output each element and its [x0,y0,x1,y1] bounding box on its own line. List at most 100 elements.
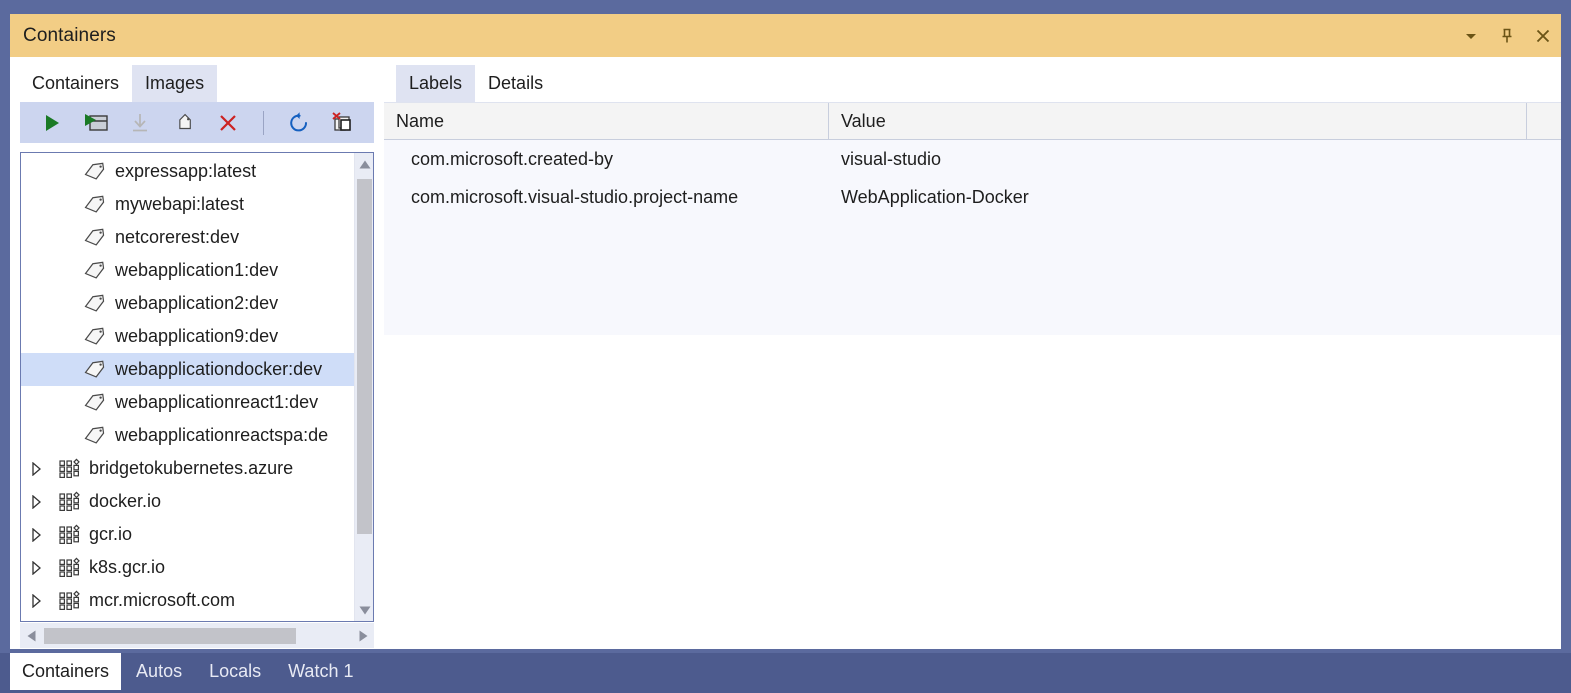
images-tree: expressapp:latest mywebapi:latest netcorer… [20,152,374,622]
bottom-dock-tabstrip: Containers Autos Locals Watch 1 [0,653,1571,693]
chevron-down-icon[interactable] [1453,18,1489,54]
tree-item-docker-io[interactable]: docker.io [21,485,354,518]
dock-tab-label: Watch 1 [288,661,353,682]
tree-item-mcr-microsoft-com[interactable]: mcr.microsoft.com [21,584,354,617]
prune-images-icon[interactable] [328,108,358,138]
tree-item-webapplication2-dev[interactable]: webapplication2:dev [21,287,354,320]
tree-item-label: docker.io [87,491,161,512]
toolbar-separator [263,111,264,135]
tag-icon [77,358,113,382]
tag-icon[interactable] [169,108,199,138]
labels-table: Name Value com.microsoft.created-byvisua… [384,102,1561,649]
tree-item-label: webapplication2:dev [113,293,278,314]
tag-icon [77,226,113,250]
tab-details[interactable]: Details [475,65,556,102]
window-body: Containers Images [10,57,1561,649]
expand-chevron-icon[interactable] [21,528,51,542]
dock-tab-autos[interactable]: Autos [124,653,194,690]
pane-splitter[interactable] [374,57,384,649]
tab-images[interactable]: Images [132,65,217,102]
tag-icon [77,325,113,349]
tree-item-label: mcr.microsoft.com [87,590,235,611]
window-titlebar: Containers [10,14,1561,57]
tag-icon [77,193,113,217]
scroll-up-icon[interactable] [355,153,374,175]
tree-item-k8s-gcr-io[interactable]: k8s.gcr.io [21,551,354,584]
remove-icon[interactable] [213,108,243,138]
tree-item-label: expressapp:latest [113,161,256,182]
images-tree-list[interactable]: expressapp:latest mywebapi:latest netcorer… [21,153,354,621]
column-header-name[interactable]: Name [384,103,829,139]
registry-icon [51,523,87,547]
tag-icon [77,424,113,448]
tree-item-bridgetokubernetes-azure[interactable]: bridgetokubernetes.azure [21,452,354,485]
tree-item-webapplicationreactspa-de[interactable]: webapplicationreactspa:de [21,419,354,452]
tree-vertical-scrollbar[interactable] [354,153,373,621]
tree-item-webapplicationdocker-dev[interactable]: webapplicationdocker:dev [21,353,354,386]
tree-item-expressapp-latest[interactable]: expressapp:latest [21,155,354,188]
tree-item-label: webapplication1:dev [113,260,278,281]
tab-labels-label: Labels [409,73,462,94]
table-body: com.microsoft.created-byvisual-studiocom… [384,140,1561,335]
pin-icon[interactable] [1489,18,1525,54]
tag-icon [77,391,113,415]
tree-horizontal-scrollbar[interactable] [20,623,374,648]
registry-icon [51,556,87,580]
expand-chevron-icon[interactable] [21,561,51,575]
tree-scrollbar-thumb[interactable] [357,179,372,534]
tag-icon [77,292,113,316]
pull-icon [125,108,155,138]
tree-item-mywebapi-latest[interactable]: mywebapi:latest [21,188,354,221]
expand-chevron-icon[interactable] [21,495,51,509]
tree-item-netcorerest-dev[interactable]: netcorerest:dev [21,221,354,254]
close-icon[interactable] [1525,18,1561,54]
tab-details-label: Details [488,73,543,94]
tree-item-label: gcr.io [87,524,132,545]
run-icon[interactable] [37,108,67,138]
expand-chevron-icon[interactable] [21,462,51,476]
scroll-right-icon[interactable] [352,623,374,648]
registry-icon [51,457,87,481]
tab-labels[interactable]: Labels [396,65,475,102]
table-row[interactable]: com.microsoft.visual-studio.project-name… [384,178,1561,216]
tag-icon [77,259,113,283]
dock-tab-containers[interactable]: Containers [10,653,121,690]
window-title: Containers [10,25,116,47]
dock-tab-label: Containers [22,661,109,682]
right-tabstrip: Labels Details [384,57,1561,102]
tree-item-label: netcorerest:dev [113,227,239,248]
dock-tab-label: Locals [209,661,261,682]
registry-icon [51,589,87,613]
label-name-cell: com.microsoft.created-by [384,140,829,178]
tree-item-webapplication1-dev[interactable]: webapplication1:dev [21,254,354,287]
tree-item-label: webapplicationdocker:dev [113,359,322,380]
tab-images-label: Images [145,73,204,94]
label-value-cell: WebApplication-Docker [829,178,1527,216]
run-in-window-icon[interactable] [81,108,111,138]
tree-hscrollbar-thumb[interactable] [44,628,296,644]
images-pane: Containers Images [10,57,374,649]
table-row[interactable]: com.microsoft.created-byvisual-studio [384,140,1561,178]
tab-containers[interactable]: Containers [19,65,132,102]
registry-icon [51,490,87,514]
scroll-down-icon[interactable] [355,599,374,621]
column-header-blank[interactable] [1527,103,1561,139]
tree-item-webapplicationreact1-dev[interactable]: webapplicationreact1:dev [21,386,354,419]
refresh-icon[interactable] [284,108,314,138]
column-header-value[interactable]: Value [829,103,1527,139]
table-header-row: Name Value [384,102,1561,140]
tree-item-webapplication9-dev[interactable]: webapplication9:dev [21,320,354,353]
tree-item-label: webapplication9:dev [113,326,278,347]
tree-item-label: k8s.gcr.io [87,557,165,578]
details-pane: Labels Details Name Value com.microsoft.… [384,57,1561,649]
label-name-cell: com.microsoft.visual-studio.project-name [384,178,829,216]
expand-chevron-icon[interactable] [21,594,51,608]
images-toolbar [20,102,384,143]
dock-tab-label: Autos [136,661,182,682]
scroll-left-icon[interactable] [20,623,42,648]
tree-item-gcr-io[interactable]: gcr.io [21,518,354,551]
dock-tab-watch-1[interactable]: Watch 1 [276,653,365,690]
tag-icon [77,160,113,184]
containers-tool-window: Containers Containers Images [0,0,1571,693]
dock-tab-locals[interactable]: Locals [197,653,273,690]
